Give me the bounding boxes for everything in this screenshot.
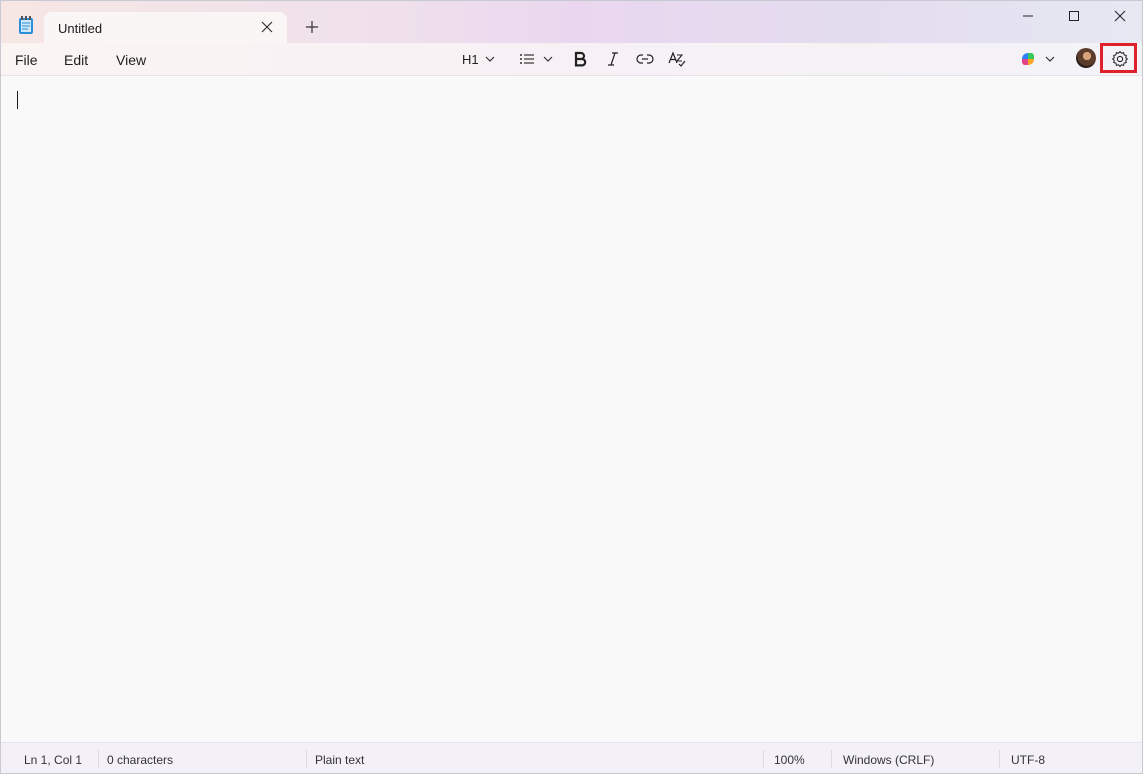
- status-zoom[interactable]: 100%: [774, 753, 805, 767]
- minimize-icon[interactable]: [1005, 1, 1051, 31]
- maximize-icon[interactable]: [1051, 1, 1097, 31]
- text-caret: [17, 91, 18, 109]
- chevron-down-icon: [485, 54, 495, 64]
- link-icon[interactable]: [636, 49, 654, 69]
- copilot-dropdown[interactable]: [1019, 49, 1055, 69]
- status-position: Ln 1, Col 1: [24, 753, 83, 767]
- notepad-window: Untitled File Edit View H1 Ln 1, Col 1 0…: [0, 0, 1143, 774]
- status-divider: [763, 750, 764, 768]
- status-divider: [831, 750, 832, 768]
- chevron-down-icon: [1045, 54, 1055, 64]
- italic-icon[interactable]: [606, 49, 620, 69]
- status-divider: [306, 750, 307, 768]
- menu-edit[interactable]: Edit: [64, 52, 88, 68]
- avatar[interactable]: [1076, 48, 1096, 68]
- notepad-icon: [17, 15, 35, 35]
- bold-icon[interactable]: [573, 49, 587, 69]
- status-divider: [98, 750, 99, 768]
- status-format[interactable]: Plain text: [315, 753, 364, 767]
- list-icon: [519, 52, 535, 66]
- menu-file[interactable]: File: [15, 52, 38, 68]
- clear-formatting-icon[interactable]: [668, 49, 686, 69]
- title-bar: Untitled: [1, 1, 1142, 43]
- chevron-down-icon: [543, 54, 553, 64]
- status-line-ending[interactable]: Windows (CRLF): [843, 753, 934, 767]
- status-bar: Ln 1, Col 1 0 characters Plain text 100%…: [1, 742, 1142, 773]
- status-encoding[interactable]: UTF-8: [1011, 753, 1045, 767]
- copilot-icon: [1019, 50, 1037, 68]
- menu-view[interactable]: View: [116, 52, 146, 68]
- heading-dropdown[interactable]: H1: [462, 49, 495, 69]
- text-editor[interactable]: [1, 76, 1142, 742]
- close-window-icon[interactable]: [1097, 1, 1142, 31]
- menu-toolbar: File Edit View H1: [1, 43, 1142, 76]
- close-tab-icon[interactable]: [259, 19, 275, 35]
- tab-untitled[interactable]: Untitled: [44, 12, 287, 43]
- status-characters: 0 characters: [107, 753, 174, 767]
- list-dropdown[interactable]: [519, 49, 553, 69]
- tab-title: Untitled: [58, 21, 103, 36]
- status-divider: [999, 750, 1000, 768]
- new-tab-plus-icon[interactable]: [301, 16, 323, 38]
- gear-icon[interactable]: [1111, 49, 1129, 69]
- heading-label: H1: [462, 51, 479, 67]
